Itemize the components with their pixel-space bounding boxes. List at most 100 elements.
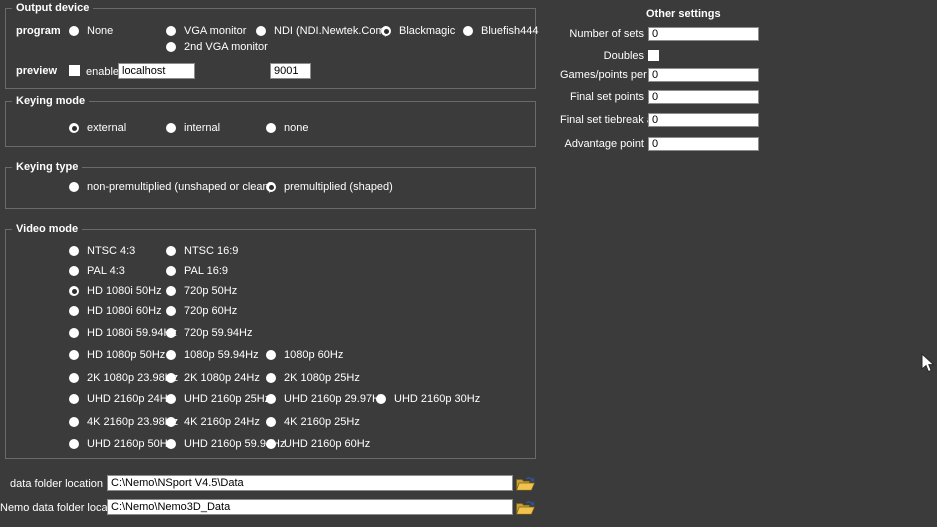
radio-icon [166, 246, 176, 256]
radio-4k-2160p-25hz[interactable]: 4K 2160p 25Hz [266, 415, 360, 429]
radio-ndi-ndi-newtek-com[interactable]: NDI (NDI.Newtek.Com) [256, 24, 388, 38]
radio-label: premultiplied (shaped) [284, 181, 393, 193]
radio-label: UHD 2160p 24Hz [87, 393, 173, 405]
preview-port-input[interactable] [270, 63, 311, 79]
radio-label: 1080p 60Hz [284, 349, 343, 361]
radio-1080p-59-94hz[interactable]: 1080p 59.94Hz [166, 348, 259, 362]
keying-type-group: Keying type non-premultiplied (unshaped … [5, 167, 536, 209]
radio-icon [69, 246, 79, 256]
radio-pal-4-3[interactable]: PAL 4:3 [69, 264, 125, 278]
radio-ntsc-4-3[interactable]: NTSC 4:3 [69, 244, 135, 258]
radio-bluefish444[interactable]: Bluefish444 [463, 24, 539, 38]
radio-label: PAL 4:3 [87, 265, 125, 277]
radio-uhd-2160p-24hz[interactable]: UHD 2160p 24Hz [69, 392, 173, 406]
radio-icon [69, 123, 79, 133]
preview-enable-checkbox[interactable] [69, 65, 80, 76]
radio-icon [166, 266, 176, 276]
radio-720p-60hz[interactable]: 720p 60Hz [166, 304, 237, 318]
radio-none[interactable]: None [69, 24, 113, 38]
radio-icon [166, 417, 176, 427]
radio-label: 1080p 59.94Hz [184, 349, 259, 361]
program-label: program [16, 25, 57, 38]
final-set-tiebreak-at-input[interactable] [648, 113, 759, 127]
radio-icon [166, 328, 176, 338]
radio-label: UHD 2160p 60Hz [284, 438, 370, 450]
radio-ntsc-16-9[interactable]: NTSC 16:9 [166, 244, 238, 258]
radio-icon [266, 439, 276, 449]
preview-host-input[interactable] [118, 63, 195, 79]
radio-label: VGA monitor [184, 25, 246, 37]
radio-icon [266, 123, 276, 133]
open-folder-icon [515, 499, 536, 516]
mouse-cursor-icon [921, 353, 935, 374]
radio-label: non-premultiplied (unshaped or clean) [87, 181, 272, 193]
radio-vga-monitor[interactable]: VGA monitor [166, 24, 246, 38]
radio-2k-1080p-24hz[interactable]: 2K 1080p 24Hz [166, 371, 260, 385]
radio-2k-1080p-25hz[interactable]: 2K 1080p 25Hz [266, 371, 360, 385]
radio-2k-1080p-23-98hz[interactable]: 2K 1080p 23.98Hz [69, 371, 178, 385]
final-set-points-input[interactable] [648, 90, 759, 104]
radio-720p-59-94hz[interactable]: 720p 59.94Hz [166, 326, 253, 340]
radio-uhd-2160p-30hz[interactable]: UHD 2160p 30Hz [376, 392, 480, 406]
radio-label: 2K 1080p 24Hz [184, 372, 260, 384]
radio-label: 4K 2160p 24Hz [184, 416, 260, 428]
radio-icon [166, 42, 176, 52]
radio-premultiplied-shaped[interactable]: premultiplied (shaped) [266, 180, 393, 194]
preview-enable-label: enable [86, 66, 119, 79]
radio-uhd-2160p-50hz[interactable]: UHD 2160p 50Hz [69, 437, 173, 451]
radio-none[interactable]: none [266, 121, 308, 135]
field-label-number-of-sets: Number of sets [560, 28, 644, 41]
number-of-sets-input[interactable] [648, 27, 759, 41]
radio-label: 4K 2160p 25Hz [284, 416, 360, 428]
keying-type-group-title: Keying type [12, 160, 82, 174]
data-folder-browse-button[interactable] [515, 474, 536, 492]
radio-icon [266, 394, 276, 404]
radio-hd-1080i-59-94hz[interactable]: HD 1080i 59.94Hz [69, 326, 177, 340]
radio-label: none [284, 122, 308, 134]
output-device-group-title: Output device [12, 1, 93, 15]
radio-4k-2160p-23-98hz[interactable]: 4K 2160p 23.98Hz [69, 415, 178, 429]
radio-label: UHD 2160p 30Hz [394, 393, 480, 405]
radio-non-premultiplied-unshaped-or-clean[interactable]: non-premultiplied (unshaped or clean) [69, 180, 272, 194]
nemo-data-folder-input[interactable] [107, 499, 513, 515]
radio-4k-2160p-24hz[interactable]: 4K 2160p 24Hz [166, 415, 260, 429]
radio-pal-16-9[interactable]: PAL 16:9 [166, 264, 228, 278]
radio-label: HD 1080i 50Hz [87, 285, 162, 297]
radio-hd-1080p-50hz[interactable]: HD 1080p 50Hz [69, 348, 165, 362]
radio-icon [69, 306, 79, 316]
radio-1080p-60hz[interactable]: 1080p 60Hz [266, 348, 343, 362]
radio-icon [166, 306, 176, 316]
field-label-advantage-point: Advantage point [560, 138, 644, 151]
advantage-point-input[interactable] [648, 137, 759, 151]
radio-label: UHD 2160p 29.97Hz [284, 393, 386, 405]
radio-720p-50hz[interactable]: 720p 50Hz [166, 284, 237, 298]
radio-icon [166, 350, 176, 360]
radio-uhd-2160p-60hz[interactable]: UHD 2160p 60Hz [266, 437, 370, 451]
radio-2nd-vga-monitor[interactable]: 2nd VGA monitor [166, 40, 268, 54]
radio-label: HD 1080p 50Hz [87, 349, 165, 361]
open-folder-icon [515, 475, 536, 492]
radio-label: Bluefish444 [481, 25, 539, 37]
radio-label: NTSC 16:9 [184, 245, 238, 257]
nemo-data-folder-browse-button[interactable] [515, 498, 536, 516]
doubles-checkbox[interactable] [648, 50, 659, 61]
radio-blackmagic[interactable]: Blackmagic [381, 24, 455, 38]
radio-label: HD 1080i 60Hz [87, 305, 162, 317]
radio-hd-1080i-50hz[interactable]: HD 1080i 50Hz [69, 284, 162, 298]
data-folder-input[interactable] [107, 475, 513, 491]
radio-uhd-2160p-25hz[interactable]: UHD 2160p 25Hz [166, 392, 270, 406]
other-settings-panel: Other settings Number of setsDoublesGame… [560, 0, 800, 170]
radio-internal[interactable]: internal [166, 121, 220, 135]
radio-hd-1080i-60hz[interactable]: HD 1080i 60Hz [69, 304, 162, 318]
radio-uhd-2160p-29-97hz[interactable]: UHD 2160p 29.97Hz [266, 392, 386, 406]
radio-label: 720p 60Hz [184, 305, 237, 317]
radio-icon [69, 417, 79, 427]
radio-label: PAL 16:9 [184, 265, 228, 277]
video-mode-group: Video mode NTSC 4:3NTSC 16:9PAL 4:3PAL 1… [5, 229, 536, 459]
games-points-per-set-input[interactable] [648, 68, 759, 82]
radio-label: internal [184, 122, 220, 134]
radio-external[interactable]: external [69, 121, 126, 135]
radio-label: UHD 2160p 50Hz [87, 438, 173, 450]
output-device-group: Output device program NoneVGA monitorNDI… [5, 8, 536, 89]
radio-label: HD 1080i 59.94Hz [87, 327, 177, 339]
